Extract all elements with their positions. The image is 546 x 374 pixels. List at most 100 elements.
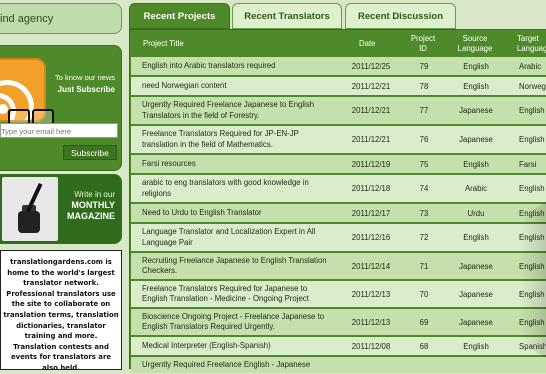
cell-source: Japanese <box>459 106 493 115</box>
table-row[interactable]: Freelance Translators Required for JP-EN… <box>131 126 546 153</box>
table-row[interactable]: Urgently Required Freelance English - Ja… <box>131 357 546 373</box>
table-row[interactable]: English into Arabic translators required… <box>131 57 546 75</box>
page-curl-shadow <box>520 200 546 360</box>
cell-date: 2011/12/13 <box>351 289 391 299</box>
cell-target: English <box>519 184 545 193</box>
cell-date: 2011/12/21 <box>351 135 391 144</box>
cell-project-id: 76 <box>419 135 429 144</box>
table-row[interactable]: arabic to eng translators with good know… <box>131 175 546 202</box>
cell-title[interactable]: Urgently Required Freelance English - Ja… <box>142 357 332 373</box>
header-date: Date <box>359 39 376 48</box>
table-row[interactable]: Farsi resources 2011/12/19 75 English Farsi <box>131 155 546 173</box>
cell-target: English <box>519 135 545 144</box>
tab-recent-translators[interactable]: Recent Translators <box>232 3 342 29</box>
cell-project-id: 72 <box>419 233 429 242</box>
cell-project-id: 73 <box>419 208 429 218</box>
cell-project-id: 79 <box>419 61 429 71</box>
table-row[interactable]: Language Translator and Localization Exp… <box>131 224 546 251</box>
cell-project-id: 71 <box>419 261 429 271</box>
cell-title[interactable]: Freelance Translators Required for Japan… <box>142 281 332 307</box>
inkwell-pen-icon <box>2 177 58 241</box>
magazine-line3: MAGAZINE <box>67 211 115 221</box>
table-row[interactable]: Medical Interpreter (English-Spanish) 201… <box>131 337 546 355</box>
table-row[interactable]: Need to Urdu to English Translator 2011/1… <box>131 204 546 222</box>
cell-date: 2011/12/17 <box>351 208 391 218</box>
cell-source: English <box>463 81 489 91</box>
cell-date: 2011/12/08 <box>351 341 391 351</box>
tab-recent-discussion[interactable]: Recent Discussion <box>345 3 456 29</box>
magazine-promo: Write in our MONTHLY MAGAZINE <box>67 189 115 222</box>
project-tabs: Recent Projects Recent Translators Recen… <box>129 3 546 29</box>
table-row[interactable]: Urgently Required Freelance Japanese to … <box>131 97 546 124</box>
subscribe-promo-line1: To know our news <box>54 73 115 82</box>
subscribe-button[interactable]: Subscribe <box>63 145 117 160</box>
cell-source: Japanese <box>459 261 493 271</box>
header-target-language: Target Language <box>517 34 546 53</box>
cell-target: Norwegian <box>519 81 546 91</box>
cell-source: English <box>463 233 489 242</box>
table-row[interactable]: Bioscience Ongoing Project - Freelance J… <box>131 309 546 335</box>
cell-target: English <box>519 106 545 115</box>
cell-title[interactable]: Recruiting Freelance Japanese to English… <box>142 253 332 279</box>
cell-source: English <box>463 61 489 71</box>
subscribe-promo-line2: Just Subscribe <box>57 85 115 94</box>
cell-project-id: 68 <box>419 341 429 351</box>
cell-project-id: 75 <box>419 159 429 169</box>
table-header: Project Title Date Project ID Source Lan… <box>129 31 546 57</box>
cell-project-id: 69 <box>419 317 429 327</box>
cell-title[interactable]: Farsi resources <box>142 155 332 173</box>
agency-text: ind agency <box>0 13 54 25</box>
agency-search-box[interactable]: ind agency <box>0 3 122 34</box>
table-row[interactable]: need Norwegian content 2011/12/21 78 Englis… <box>131 77 546 95</box>
cell-title[interactable]: Language Translator and Localization Exp… <box>142 224 332 251</box>
cell-date: 2011/12/18 <box>351 184 391 193</box>
magazine-line1: Write in our <box>74 190 115 199</box>
cell-title[interactable]: English into Arabic translators required <box>142 57 332 75</box>
cell-source: Japanese <box>459 289 493 299</box>
cell-title[interactable]: Urgently Required Freelance Japanese to … <box>142 97 332 124</box>
cell-project-id: 74 <box>419 184 429 193</box>
cell-source: Japanese <box>459 317 493 327</box>
cell-date <box>346 357 396 373</box>
cell-target <box>513 357 546 373</box>
cell-source: Urdu <box>467 208 485 218</box>
table-row[interactable]: Recruiting Freelance Japanese to English… <box>131 253 546 279</box>
cell-date: 2011/12/13 <box>351 317 391 327</box>
subscribe-panel: To know our news Just Subscribe Subscrib… <box>0 45 122 171</box>
about-text: translationgardens.com is home to the wo… <box>0 250 122 372</box>
table-row[interactable]: Freelance Translators Required for Japan… <box>131 281 546 307</box>
cell-title[interactable]: Medical Interpreter (English-Spanish) <box>142 337 332 355</box>
glasses-icon <box>8 109 54 125</box>
tab-recent-projects[interactable]: Recent Projects <box>129 3 230 29</box>
cell-date: 2011/12/21 <box>351 81 391 91</box>
cell-title[interactable]: Freelance Translators Required for JP-EN… <box>142 126 332 153</box>
cell-source: Arabic <box>464 184 488 193</box>
cell-source: English <box>463 341 489 351</box>
cell-title[interactable]: Need to Urdu to English Translator <box>142 204 332 222</box>
cell-source <box>446 357 506 373</box>
magazine-panel[interactable]: Write in our MONTHLY MAGAZINE <box>0 174 122 244</box>
cell-date: 2011/12/21 <box>351 106 391 115</box>
cell-project-id: 77 <box>419 106 429 115</box>
cell-project-id: 78 <box>419 81 429 91</box>
magazine-line2: MONTHLY <box>71 200 115 210</box>
cell-target: Arabic <box>519 61 542 71</box>
email-field[interactable] <box>0 123 118 138</box>
cell-date: 2011/12/16 <box>351 233 391 242</box>
header-title: Project Title <box>143 39 184 48</box>
cell-project-id: 70 <box>419 289 429 299</box>
cell-target: Farsi <box>519 159 537 169</box>
cell-source: English <box>463 159 489 169</box>
cell-title[interactable]: arabic to eng translators with good know… <box>142 175 332 202</box>
cell-date: 2011/12/19 <box>351 159 391 169</box>
left-sidebar: ind agency To know our news Just Subscri… <box>0 0 122 372</box>
cell-title[interactable]: Bioscience Ongoing Project - Freelance J… <box>142 309 332 335</box>
cell-date: 2011/12/14 <box>351 261 391 271</box>
cell-title[interactable]: need Norwegian content <box>142 77 332 95</box>
header-project-id: Project ID <box>410 34 436 53</box>
cell-source: Japanese <box>459 135 493 144</box>
cell-date: 2011/12/25 <box>351 61 391 71</box>
subscribe-promo: To know our news Just Subscribe <box>55 72 115 96</box>
cell-project-id <box>409 357 439 373</box>
header-source-language: Source Language <box>457 34 493 53</box>
